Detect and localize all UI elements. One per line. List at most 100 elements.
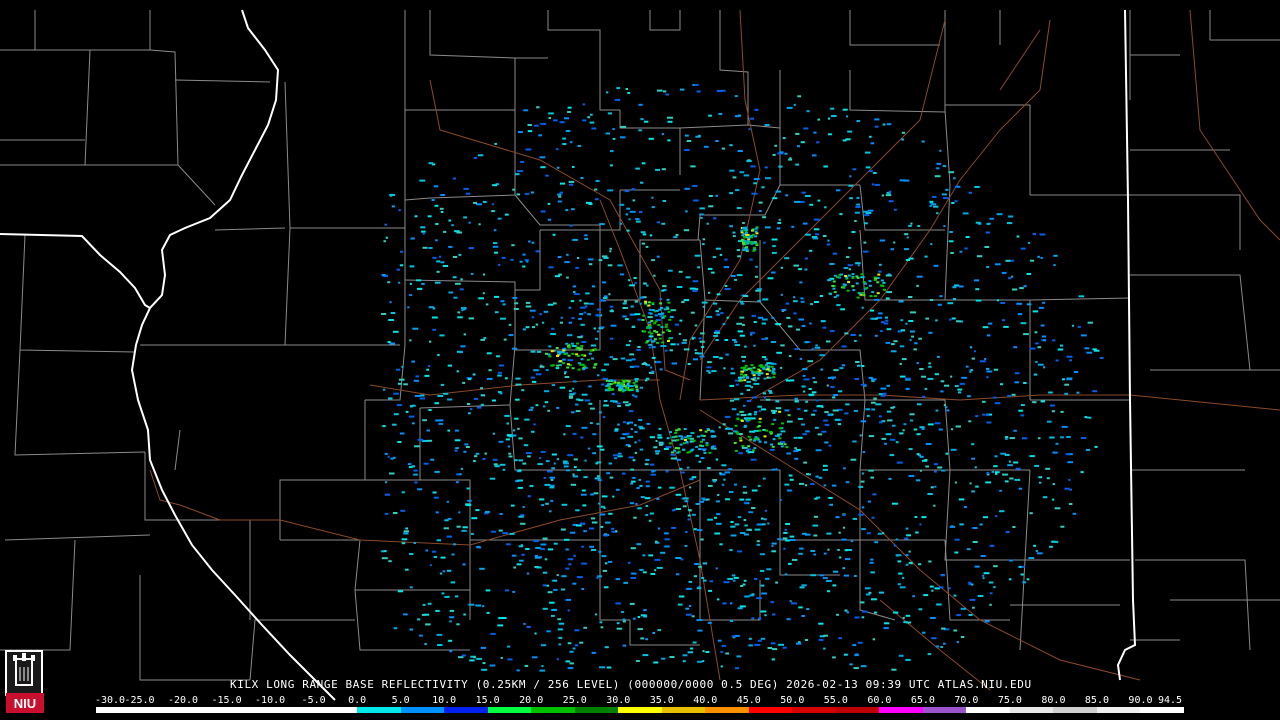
echo-pixel <box>971 490 975 493</box>
echo-pixel <box>873 172 877 174</box>
echo-pixel <box>756 288 762 291</box>
echo-pixel <box>986 376 989 379</box>
echo-pixel <box>910 222 913 225</box>
echo-pixel <box>703 579 707 582</box>
echo-pixel <box>397 590 404 593</box>
echo-pixel <box>972 606 975 609</box>
echo-pixel <box>1040 324 1045 327</box>
echo-pixel <box>1034 331 1038 334</box>
echo-pixel <box>453 177 456 180</box>
echo-pixel <box>540 210 546 213</box>
echo-pixel <box>969 598 976 601</box>
echo-pixel <box>740 238 744 241</box>
echo-pixel <box>725 498 730 501</box>
echo-pixel <box>712 256 717 259</box>
echo-pixel <box>916 453 920 456</box>
echo-pixel <box>465 504 472 507</box>
echo-pixel <box>833 291 837 294</box>
echo-pixel <box>852 289 856 292</box>
echo-pixel <box>648 346 651 349</box>
echo-pixel <box>761 592 767 595</box>
echo-pixel <box>770 365 774 368</box>
echo-pixel <box>791 602 797 605</box>
echo-pixel <box>596 445 603 448</box>
echo-pixel <box>695 503 700 505</box>
echo-pixel <box>539 669 546 672</box>
echo-pixel <box>499 513 503 515</box>
echo-pixel <box>630 428 633 431</box>
echo-pixel <box>1048 391 1053 394</box>
scale-label: 35.0 <box>649 695 674 706</box>
echo-pixel <box>843 467 846 470</box>
echo-pixel <box>609 476 614 479</box>
echo-pixel <box>949 318 952 321</box>
echo-pixel <box>707 484 713 487</box>
echo-pixel <box>647 301 651 304</box>
echo-pixel <box>957 388 963 391</box>
echo-pixel <box>535 323 539 326</box>
echo-pixel <box>382 425 386 428</box>
echo-pixel <box>908 320 914 322</box>
echo-pixel <box>819 354 826 357</box>
echo-pixel <box>640 496 645 498</box>
echo-pixel <box>492 458 498 461</box>
echo-pixel <box>514 417 519 420</box>
echo-pixel <box>964 247 968 250</box>
echo-pixel <box>771 542 777 545</box>
echo-pixel <box>727 577 733 580</box>
echo-pixel <box>742 227 745 230</box>
echo-pixel <box>811 391 817 394</box>
echo-pixel <box>599 621 603 624</box>
echo-pixel <box>528 409 533 411</box>
echo-pixel <box>683 299 689 302</box>
echo-pixel <box>700 457 705 460</box>
echo-pixel <box>707 267 713 270</box>
echo-pixel <box>573 380 577 383</box>
echo-pixel <box>724 415 731 418</box>
echo-pixel <box>388 560 392 563</box>
echo-pixel <box>832 584 837 587</box>
echo-pixel <box>1064 392 1068 395</box>
echo-pixel <box>996 213 1003 216</box>
echo-pixel <box>444 519 449 522</box>
echo-pixel <box>723 367 726 370</box>
echo-pixel <box>498 617 502 620</box>
echo-pixel <box>480 646 486 649</box>
echo-pixel <box>822 577 828 580</box>
echo-pixel <box>580 177 584 179</box>
echo-pixel <box>752 249 756 252</box>
logo-text: NIU <box>14 696 36 711</box>
echo-pixel <box>590 407 595 410</box>
echo-pixel <box>559 191 563 194</box>
echo-pixel <box>489 477 496 480</box>
echo-pixel <box>753 344 756 347</box>
echo-pixel <box>794 400 799 403</box>
echo-pixel <box>847 280 851 283</box>
echo-pixel <box>591 127 597 130</box>
echo-pixel <box>485 510 490 513</box>
echo-pixel <box>609 383 613 386</box>
echo-pixel <box>743 379 747 382</box>
echo-pixel <box>426 368 429 371</box>
echo-pixel <box>447 398 453 401</box>
echo-pixel <box>525 548 530 550</box>
echo-pixel <box>607 112 612 115</box>
echo-pixel <box>612 495 615 498</box>
echo-pixel <box>715 194 719 197</box>
echo-pixel <box>1001 271 1007 274</box>
echo-pixel <box>639 427 645 430</box>
echo-pixel <box>600 626 604 629</box>
echo-pixel <box>508 455 513 458</box>
echo-pixel <box>393 392 400 395</box>
echo-pixel <box>629 284 635 287</box>
echo-pixel <box>1014 478 1021 481</box>
echo-pixel <box>697 629 703 632</box>
echo-pixel <box>925 465 929 468</box>
echo-pixel <box>609 356 613 359</box>
echo-pixel <box>813 409 817 412</box>
echo-pixel <box>458 511 461 514</box>
echo-pixel <box>639 296 644 299</box>
echo-pixel <box>838 637 842 640</box>
echo-pixel <box>500 317 506 320</box>
echo-pixel <box>660 307 663 309</box>
